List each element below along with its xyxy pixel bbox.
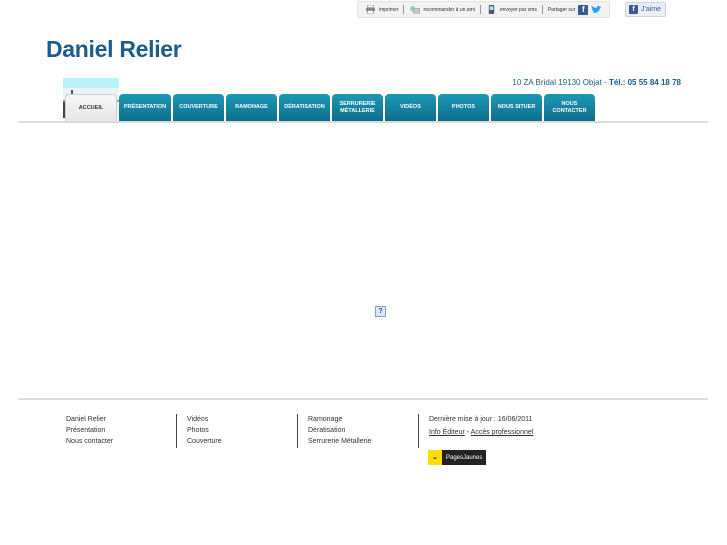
main-navigation: ACCUEIL PRÉSENTATION COUVERTURE RAMONAGE…: [65, 94, 597, 121]
tab-ramonage[interactable]: RAMONAGE: [226, 94, 277, 121]
tab-nous-contacter[interactable]: NOUS CONTACTER: [544, 94, 595, 121]
footer-link[interactable]: Couverture: [187, 436, 222, 447]
facebook-like-button[interactable]: f J'aime: [625, 2, 666, 17]
site-title[interactable]: Daniel Relier: [46, 36, 182, 63]
tab-videos[interactable]: VIDÉOS: [385, 94, 436, 121]
print-link[interactable]: imprimer: [362, 5, 401, 14]
footer-divider: [18, 398, 708, 400]
tab-nous-situer[interactable]: NOUS SITUER: [491, 94, 542, 121]
tab-deratisation[interactable]: DÉRATISATION: [279, 94, 330, 121]
footer-links-row: Info Éditeur - Accès professionnel: [429, 427, 533, 438]
recommend-link[interactable]: recommander à un ami: [406, 5, 477, 14]
footer-link[interactable]: Vidéos: [187, 414, 222, 425]
facebook-icon: f: [629, 5, 638, 14]
pagesjaunes-label: PagesJaunes: [446, 454, 483, 461]
share-label: Partager sur: [547, 6, 576, 13]
divider: [479, 5, 481, 14]
footer-link[interactable]: Dératisation: [308, 425, 371, 436]
divider: [541, 5, 543, 14]
footer-column-2: Vidéos Photos Couverture: [176, 414, 222, 448]
last-update-text: Dernière mise à jour : 16/06/2011: [429, 416, 533, 423]
tab-presentation[interactable]: PRÉSENTATION: [119, 94, 171, 121]
broken-image-icon[interactable]: ?: [375, 306, 386, 317]
facebook-icon[interactable]: f: [578, 4, 589, 15]
footer-link[interactable]: Présentation: [66, 425, 113, 436]
recommend-icon: [410, 5, 421, 14]
print-label: imprimer: [379, 6, 399, 13]
info-editeur-link[interactable]: Info Éditeur: [429, 429, 465, 436]
footer-link[interactable]: Photos: [187, 425, 222, 436]
footer-link[interactable]: Nous contacter: [66, 436, 113, 447]
tab-accueil[interactable]: ACCUEIL: [65, 94, 117, 121]
footer-link[interactable]: Ramonage: [308, 414, 371, 425]
acces-professionnel-link[interactable]: Accès professionnel: [471, 429, 534, 436]
divider: [403, 5, 405, 14]
like-label: J'aime: [641, 6, 662, 13]
footer-column-4: Dernière mise à jour : 16/06/2011 Info É…: [418, 414, 533, 448]
footer-column-3: Ramonage Dératisation Serrurerie Métalle…: [297, 414, 371, 448]
footer-column-1: Daniel Relier Présentation Nous contacte…: [66, 414, 113, 447]
recommend-label: recommander à un ami: [423, 6, 475, 13]
header-divider: [18, 121, 708, 123]
share-group: Partager sur f: [545, 4, 606, 15]
twitter-icon[interactable]: [590, 5, 602, 15]
phone-icon: [488, 5, 495, 14]
pagesjaunes-badge[interactable]: ᵕ PagesJaunes: [428, 450, 487, 465]
printer-icon: [366, 5, 375, 14]
tab-photos[interactable]: PHOTOS: [438, 94, 489, 121]
sms-label: envoyer par sms: [499, 6, 537, 13]
tab-serrurerie-metallerie[interactable]: SERRURERIE MÉTALLERIE: [332, 94, 383, 121]
pagesjaunes-logo-icon: ᵕ: [428, 450, 442, 465]
tab-couverture[interactable]: COUVERTURE: [173, 94, 224, 121]
contact-line: 10 ZA Bridal 19130 Objat - Tél.: 05 55 8…: [512, 78, 681, 87]
address-text: 10 ZA Bridal 19130 Objat -: [512, 78, 607, 87]
phone-number: Tél.: 05 55 84 18 78: [608, 78, 681, 87]
sms-link[interactable]: envoyer par sms: [483, 5, 540, 14]
footer-link[interactable]: Daniel Relier: [66, 414, 113, 425]
utility-bar: imprimer recommander à un ami envoyer pa…: [357, 1, 611, 18]
footer-link[interactable]: Serrurerie Métallerie: [308, 436, 371, 447]
